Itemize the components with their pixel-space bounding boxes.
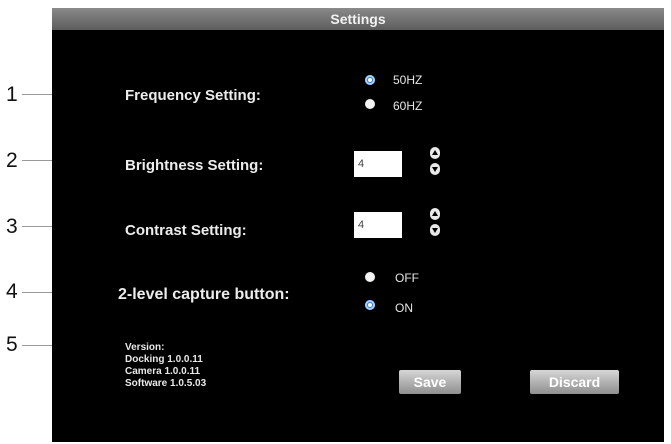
brightness-increase-button[interactable] xyxy=(430,147,440,159)
capture-off-radio[interactable] xyxy=(365,272,375,282)
capture-on-radio[interactable] xyxy=(365,300,375,310)
callout-number-2: 2 xyxy=(6,149,18,172)
version-heading: Version: xyxy=(125,342,165,353)
save-button[interactable]: Save xyxy=(399,370,461,394)
callout-number-1: 1 xyxy=(6,83,18,106)
version-info: Version: Docking 1.0.0.11 Camera 1.0.0.1… xyxy=(125,342,206,390)
docking-version: Docking 1.0.0.11 xyxy=(125,354,203,365)
frequency-60hz-radio[interactable] xyxy=(365,99,375,109)
capture-off-label[interactable]: OFF xyxy=(395,271,419,285)
contrast-stepper[interactable] xyxy=(430,208,440,238)
brightness-decrease-button[interactable] xyxy=(430,163,440,175)
capture-on-label[interactable]: ON xyxy=(395,301,413,315)
frequency-50hz-radio[interactable] xyxy=(365,75,375,85)
arrow-up-icon xyxy=(432,211,438,216)
contrast-increase-button[interactable] xyxy=(430,208,440,220)
discard-button[interactable]: Discard xyxy=(530,370,619,394)
frequency-50hz-label[interactable]: 50HZ xyxy=(393,73,422,87)
capture-label: 2-level capture button: xyxy=(118,286,290,303)
settings-panel: Settings Frequency Setting: 50HZ 60HZ Br… xyxy=(52,8,664,442)
brightness-input[interactable]: 4 xyxy=(354,151,402,177)
callout-number-5: 5 xyxy=(6,333,18,356)
window-title: Settings xyxy=(52,8,664,30)
software-version: Software 1.0.5.03 xyxy=(125,378,207,389)
arrow-down-icon xyxy=(432,167,438,172)
callout-number-4: 4 xyxy=(6,280,18,303)
contrast-input[interactable]: 4 xyxy=(354,212,402,238)
brightness-label: Brightness Setting: xyxy=(125,157,264,174)
frequency-label: Frequency Setting: xyxy=(125,87,261,104)
contrast-label: Contrast Setting: xyxy=(125,222,247,239)
arrow-down-icon xyxy=(432,228,438,233)
arrow-up-icon xyxy=(432,150,438,155)
frequency-60hz-label[interactable]: 60HZ xyxy=(393,99,422,113)
contrast-decrease-button[interactable] xyxy=(430,224,440,236)
callout-number-3: 3 xyxy=(6,215,18,238)
camera-version: Camera 1.0.0.11 xyxy=(125,366,201,377)
brightness-stepper[interactable] xyxy=(430,147,440,177)
